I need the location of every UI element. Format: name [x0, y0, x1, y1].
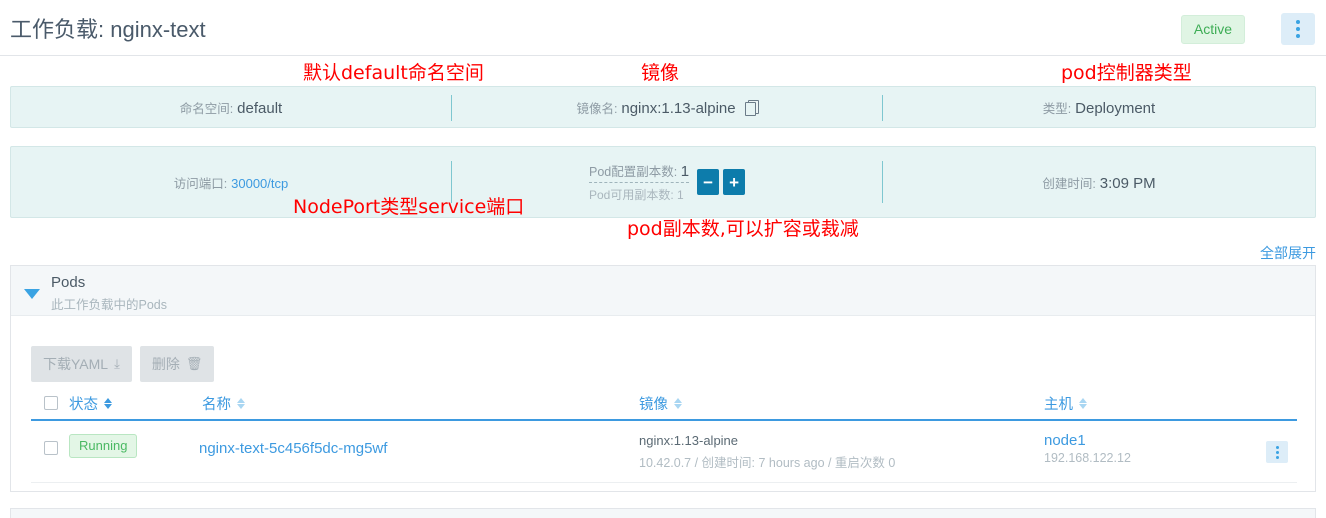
scale-up-button[interactable]: +	[723, 169, 746, 195]
workload-detail-page: 工作负载: nginx-text Active 命名空间: default 镜像…	[0, 0, 1326, 518]
type-label: 类型:	[1042, 101, 1072, 116]
row-pod-name-link[interactable]: nginx-text-5c456f5dc-mg5wf	[199, 440, 387, 457]
row-actions-menu-button[interactable]	[1266, 441, 1288, 463]
replicas-available-label: Pod可用副本数:	[589, 188, 674, 202]
download-yaml-label: 下载YAML	[43, 356, 109, 372]
column-header-image-label: 镜像	[639, 397, 668, 413]
kebab-menu-icon	[1296, 20, 1300, 38]
column-header-image[interactable]: 镜像	[639, 393, 682, 414]
row-image-meta: 10.42.0.7 / 创建时间: 7 hours ago / 重启次数 0	[639, 456, 896, 470]
row-host-link[interactable]: node1	[1044, 432, 1131, 449]
sort-icon	[237, 398, 245, 409]
pods-panel-title: Pods	[51, 274, 86, 291]
namespace-cell: 命名空间: default	[11, 87, 451, 127]
row-checkbox[interactable]	[44, 441, 58, 460]
column-header-name-label: 名称	[202, 397, 231, 413]
status-badge: Running	[69, 434, 138, 458]
column-header-state[interactable]: 状态	[69, 393, 112, 414]
annotation-replicas: pod副本数,可以扩容或裁减	[627, 218, 859, 240]
namespace-value: default	[237, 99, 283, 117]
copy-icon[interactable]	[744, 99, 759, 116]
image-cell: 镜像名: nginx:1.13-alpine	[452, 87, 882, 127]
trash-icon: 🗑	[185, 356, 203, 371]
page-header: 工作负载: nginx-text Active	[0, 0, 1326, 56]
page-title-label: 工作负载:	[10, 17, 105, 42]
sort-icon	[1079, 398, 1087, 409]
pods-table: 状态 名称 镜像 主机 Running nginx-text-5c456f5dc…	[31, 391, 1297, 483]
column-header-host[interactable]: 主机	[1044, 393, 1087, 414]
type-value: Deployment	[1075, 99, 1156, 117]
table-row: Running nginx-text-5c456f5dc-mg5wf nginx…	[31, 421, 1297, 483]
replicas-control: Pod配置副本数: 1 Pod可用副本数: 1 − +	[589, 147, 746, 217]
annotation-image: 镜像	[641, 62, 680, 84]
next-panel-sliver	[10, 508, 1316, 518]
row-host-cell: node1 192.168.122.12	[1044, 432, 1131, 465]
kebab-menu-icon	[1275, 445, 1279, 459]
workload-actions-menu-button[interactable]	[1281, 13, 1315, 45]
column-header-state-label: 状态	[69, 397, 98, 413]
created-cell: 创建时间: 3:09 PM	[883, 147, 1315, 217]
annotation-namespace: 默认default命名空间	[303, 62, 484, 84]
replicas-configured-label: Pod配置副本数:	[589, 165, 678, 179]
namespace-label: 命名空间:	[179, 101, 234, 116]
column-header-name[interactable]: 名称	[202, 393, 245, 414]
replicas-buttons: − +	[697, 169, 746, 195]
workload-summary-row-1: 命名空间: default 镜像名: nginx:1.13-alpine 类型:…	[10, 86, 1316, 128]
workload-summary-row-2: 访问端口: 30000/tcp Pod配置副本数: 1 Pod可用副本数: 1 …	[10, 146, 1316, 218]
sort-icon	[674, 398, 682, 409]
replicas-configured: Pod配置副本数: 1	[589, 161, 690, 183]
annotation-controller-type: pod控制器类型	[1061, 62, 1192, 84]
image-label: 镜像名:	[576, 101, 618, 116]
page-title-name: nginx-text	[110, 17, 206, 42]
row-image-cell: nginx:1.13-alpine 10.42.0.7 / 创建时间: 7 ho…	[639, 433, 895, 471]
pods-toolbar: 下载YAML ⤓ 删除 🗑	[31, 346, 215, 382]
row-state: Running	[69, 434, 138, 458]
pods-table-header: 状态 名称 镜像 主机	[31, 391, 1297, 421]
download-yaml-button[interactable]: 下载YAML ⤓	[31, 346, 132, 382]
sort-icon	[104, 398, 112, 409]
pods-panel-subtitle: 此工作负载中的Pods	[51, 298, 167, 312]
row-host-ip: 192.168.122.12	[1044, 451, 1131, 465]
pods-panel-header[interactable]: Pods 此工作负载中的Pods	[11, 266, 1315, 316]
replicas-available: Pod可用副本数: 1	[589, 183, 689, 203]
image-value: nginx:1.13-alpine	[621, 99, 736, 117]
page-title: 工作负载: nginx-text	[10, 12, 206, 44]
select-all-checkbox[interactable]	[44, 396, 58, 410]
type-cell: 类型: Deployment	[883, 87, 1315, 127]
replicas-texts: Pod配置副本数: 1 Pod可用副本数: 1	[589, 161, 690, 203]
port-label: 访问端口:	[173, 176, 228, 191]
column-header-host-label: 主机	[1044, 397, 1073, 413]
status-badge: Active	[1180, 15, 1245, 44]
port-value-link[interactable]: 30000/tcp	[231, 176, 288, 191]
annotation-nodeport: NodePort类型service端口	[293, 196, 525, 218]
checkbox-icon	[44, 396, 58, 410]
scale-down-button[interactable]: −	[697, 169, 720, 195]
created-value: 3:09 PM	[1099, 174, 1156, 192]
replicas-available-value: 1	[677, 188, 684, 202]
delete-button[interactable]: 删除 🗑	[139, 346, 215, 382]
chevron-down-icon[interactable]	[24, 289, 40, 299]
row-image-name: nginx:1.13-alpine	[639, 433, 739, 448]
expand-all-link[interactable]: 全部展开	[1260, 243, 1316, 263]
pods-panel: Pods 此工作负载中的Pods 下载YAML ⤓ 删除 🗑 状态 名称 镜像 …	[10, 265, 1316, 492]
download-icon: ⤓	[114, 356, 120, 371]
checkbox-icon	[44, 441, 58, 455]
created-label: 创建时间:	[1042, 176, 1096, 191]
replicas-configured-value: 1	[680, 163, 690, 180]
delete-label: 删除	[151, 356, 180, 372]
